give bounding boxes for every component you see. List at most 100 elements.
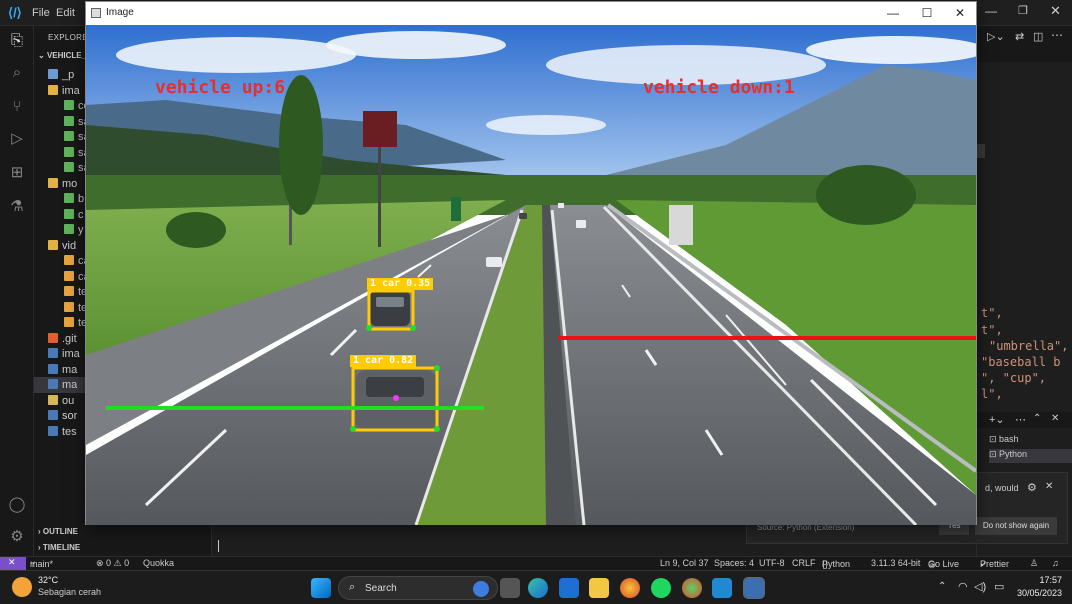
notification-settings-icon[interactable]: ⚙	[1027, 481, 1037, 494]
file-explorer-icon[interactable]	[589, 578, 609, 598]
tree	[279, 75, 323, 215]
file-icon	[64, 193, 74, 203]
spotify-icon[interactable]	[651, 578, 671, 598]
volume-icon[interactable]: ◁)	[974, 580, 986, 593]
interpreter-status[interactable]: 3.11.3 64-bit	[871, 558, 920, 568]
python-window-taskbar-icon[interactable]	[743, 577, 765, 599]
file-tree-label: vid	[62, 239, 77, 252]
more-icon[interactable]: ⋯	[1015, 413, 1026, 426]
code-line: ", "cup",	[981, 371, 1047, 385]
run-debug-icon[interactable]: ▷	[8, 130, 26, 148]
car-windshield	[376, 297, 404, 307]
encoding-status[interactable]: UTF-8	[759, 558, 785, 568]
start-button-icon[interactable]	[311, 578, 331, 598]
settings-gear-icon[interactable]: ⚙	[8, 528, 26, 546]
file-tree-item[interactable]: te	[64, 300, 87, 316]
do-not-show-again-button[interactable]: Do not show again	[975, 517, 1057, 535]
source-control-icon[interactable]: ⑂	[8, 98, 26, 116]
bing-icon	[473, 581, 489, 597]
wifi-icon[interactable]: ◠	[958, 580, 968, 593]
terminal-tab-bash[interactable]: ⊡ bash	[989, 434, 1072, 448]
file-tree-item[interactable]: sor	[48, 408, 77, 424]
billboard-pole	[378, 147, 381, 247]
workspace-folder[interactable]: ⌄ VEHICLE_V	[38, 48, 91, 64]
edge-icon[interactable]	[528, 578, 548, 598]
file-tree-item[interactable]: y	[64, 222, 84, 238]
tray-overflow-icon[interactable]: ⌃	[938, 581, 946, 592]
file-tree-label: c	[78, 208, 84, 221]
file-tree-item[interactable]: ima	[48, 346, 80, 362]
taskbar-search[interactable]: ⌕ Search	[338, 576, 498, 600]
testing-icon[interactable]: ⚗	[8, 198, 26, 216]
account-status-icon[interactable]: ♙	[1030, 558, 1038, 569]
file-tree-item[interactable]: c	[64, 207, 84, 223]
file-tree-item[interactable]: .git	[48, 331, 77, 347]
chrome-profile-icon[interactable]	[682, 578, 702, 598]
eol-status[interactable]: CRLF	[792, 558, 816, 568]
file-tree-item[interactable]: ou	[48, 393, 74, 409]
menu-file[interactable]: File	[32, 7, 50, 19]
battery-icon[interactable]: ▭	[994, 580, 1004, 593]
split-editor-icon[interactable]: ◫	[1033, 30, 1043, 43]
file-tree-item[interactable]: mo	[48, 176, 77, 192]
compare-icon[interactable]: ⇄	[1015, 30, 1024, 43]
terminal-tab-python[interactable]: ⊡ Python	[989, 449, 1072, 463]
notification-close-icon[interactable]: ✕	[1045, 481, 1053, 492]
problems-status[interactable]: ⊗ 0 ⚠ 0	[96, 558, 129, 569]
file-tree-item[interactable]: _p	[48, 67, 74, 83]
menu-edit[interactable]: Edit	[56, 7, 75, 19]
chrome-icon[interactable]	[620, 578, 640, 598]
explorer-icon[interactable]: ⎘	[8, 32, 26, 50]
window-minimize-icon[interactable]: —	[885, 5, 901, 21]
weather-temp[interactable]: 32°C	[38, 575, 58, 585]
windows-taskbar: 32°C Sebagian cerah ⌕ Search ⌃ ◠ ◁) ▭ 17…	[0, 570, 1072, 604]
road-sign	[451, 197, 461, 221]
file-icon	[48, 394, 58, 405]
file-icon	[48, 425, 58, 436]
file-tree-item[interactable]: ma	[48, 362, 77, 378]
quokka-status[interactable]: Quokka	[143, 558, 174, 568]
box-corner	[366, 325, 372, 331]
mail-icon[interactable]	[559, 578, 579, 598]
run-icon[interactable]: ▷⌄	[987, 30, 1005, 43]
clock-date[interactable]: 30/05/2023	[1008, 588, 1062, 598]
extensions-icon[interactable]: ⊞	[8, 164, 26, 182]
bell-icon[interactable]: ♫	[1052, 558, 1059, 568]
file-tree-item[interactable]: vid	[48, 238, 76, 254]
file-tree-item[interactable]: b	[64, 191, 84, 207]
terminal-toolbar: +⌄ ⋯ ⌃ ✕	[977, 412, 1072, 428]
cursor-position[interactable]: Ln 9, Col 37	[660, 558, 709, 568]
file-tree-label: ou	[62, 394, 75, 407]
file-tree-item[interactable]: ima	[48, 83, 80, 99]
distant-car	[558, 203, 564, 208]
weather-icon[interactable]	[12, 577, 32, 597]
image-window: Image — ☐ ✕ vehicle up:6 vehicle down:1 …	[85, 1, 977, 525]
window-close-icon[interactable]: ✕	[952, 5, 968, 21]
vscode-restore-icon[interactable]: ❐	[1018, 4, 1028, 17]
code-line: t",	[981, 306, 1003, 320]
search-icon[interactable]: ⌕	[8, 64, 26, 82]
search-icon: ⌕	[349, 581, 356, 593]
vscode-close-icon[interactable]: ✕	[1050, 3, 1061, 19]
outline-section[interactable]: › OUTLINE	[38, 524, 78, 540]
vscode-minimize-icon[interactable]: —	[985, 4, 997, 18]
clock-time[interactable]: 17:57	[1014, 575, 1062, 585]
window-maximize-icon[interactable]: ☐	[919, 5, 935, 21]
timeline-section[interactable]: › TIMELINE	[38, 540, 80, 556]
file-tree-label: ima	[62, 348, 80, 360]
file-tree-item[interactable]: te	[64, 284, 87, 300]
task-view-icon[interactable]	[500, 578, 520, 598]
weather-desc[interactable]: Sebagian cerah	[38, 587, 101, 597]
maximize-panel-icon[interactable]: ⌃	[1033, 413, 1041, 424]
new-terminal-icon[interactable]: +⌄	[989, 413, 1005, 426]
minimap-thumb[interactable]	[977, 144, 985, 158]
file-tree-item[interactable]: te	[64, 315, 87, 331]
remote-indicator[interactable]: ✕	[0, 557, 26, 570]
file-tree-item[interactable]: tes	[48, 424, 77, 440]
file-icon	[48, 332, 58, 343]
vscode-taskbar-icon[interactable]	[712, 578, 732, 598]
close-panel-icon[interactable]: ✕	[1051, 413, 1059, 424]
account-icon[interactable]: ◯	[8, 496, 26, 514]
indentation-status[interactable]: Spaces: 4	[714, 558, 754, 568]
more-actions-icon[interactable]: ⋯	[1051, 28, 1063, 42]
